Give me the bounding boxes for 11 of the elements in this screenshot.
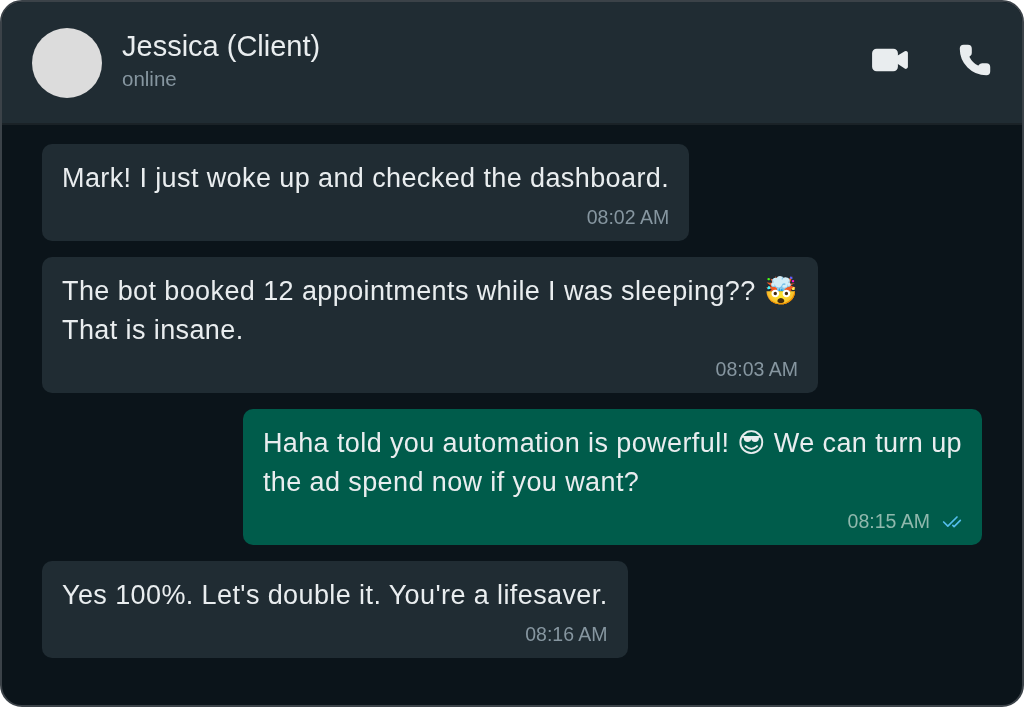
- contact-name: Jessica (Client): [122, 30, 322, 63]
- message-time: 08:02 AM: [586, 206, 670, 229]
- message-text: The bot booked 12 appointments while I was sleeping?? 🤯 That is insane.: [62, 275, 798, 347]
- message-text: Yes 100%. Let's double it. You're a lifesaver.: [62, 579, 608, 612]
- message-text: Mark! I just woke up and checked the dashboard.: [62, 162, 670, 195]
- message-text: Haha told you automation is powerful! 😎 We can turn up the ad spend now if you want?: [262, 427, 962, 499]
- message-time: 08:15 AM: [847, 510, 930, 533]
- message-time: 08:03 AM: [715, 358, 798, 381]
- message-time: 08:16 AM: [525, 623, 608, 646]
- phone-call-icon[interactable]: [958, 42, 992, 77]
- contact-status: online: [122, 67, 178, 91]
